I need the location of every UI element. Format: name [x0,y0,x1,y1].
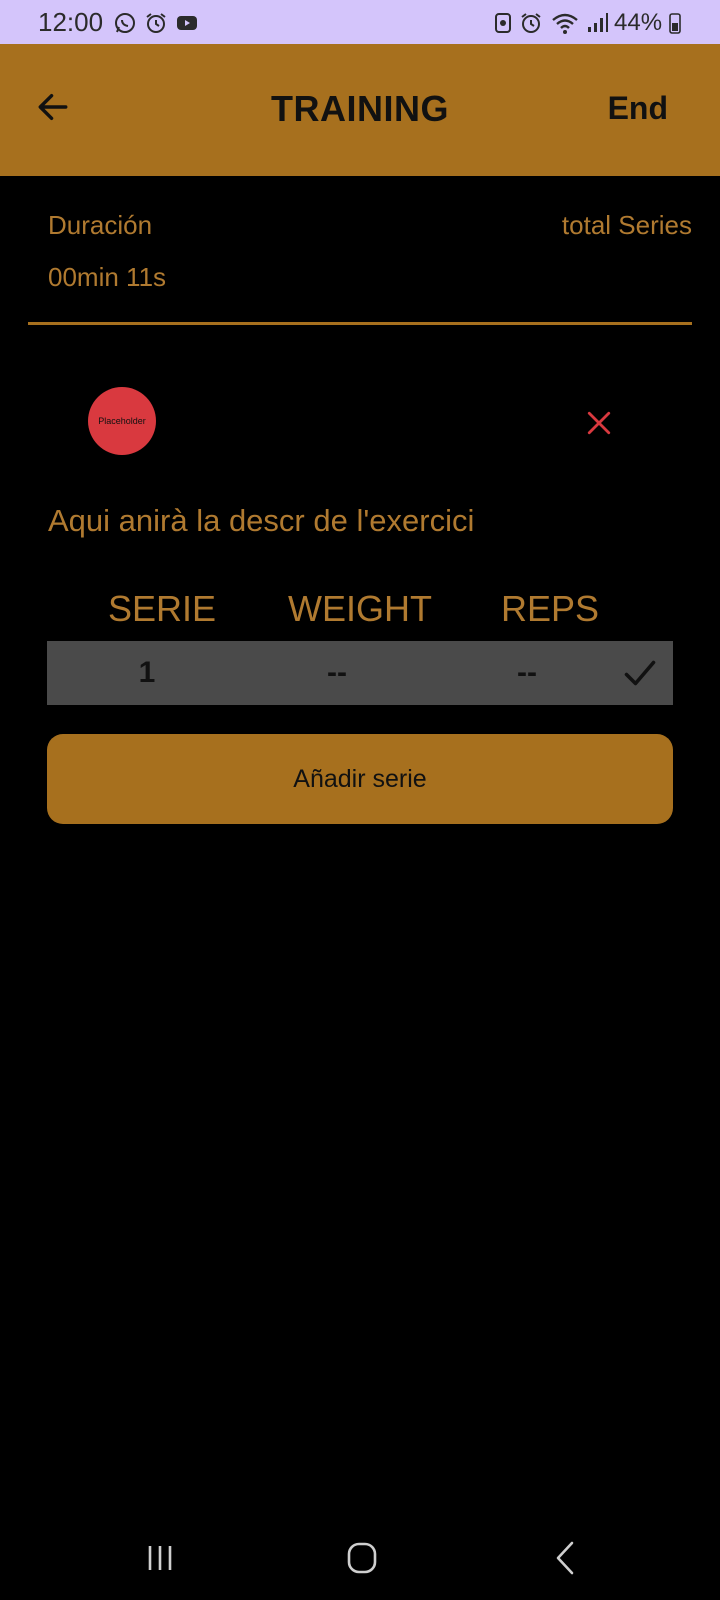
check-icon[interactable] [621,655,659,691]
youtube-icon [177,16,197,30]
remove-exercise-button[interactable] [582,406,616,440]
close-icon [587,411,611,435]
back-icon[interactable] [540,1538,590,1578]
app-bar: TRAINING End [0,44,720,176]
screen-record-icon [495,13,511,33]
system-nav-bar [0,1520,720,1600]
signal-icon [588,13,608,32]
add-set-button[interactable]: Añadir serie [47,734,673,824]
set-row: 1 -- -- [47,641,673,705]
status-bar: 12:00 44% [0,0,720,44]
exercise-image-placeholder: Placeholder [98,416,146,426]
screen: 12:00 44% TRAINING End Duración total Se… [0,0,720,1600]
battery-percentage: 44% [614,9,663,36]
column-header-serie: SERIE [107,588,217,629]
duration-label: Duración [48,210,153,240]
status-time: 12:00 [38,7,104,37]
summary-divider [28,322,692,325]
column-header-weight: WEIGHT [288,588,432,629]
battery-icon [669,13,681,34]
set-weight-input[interactable]: -- [297,641,377,705]
total-series-label: total Series [561,210,692,240]
exercise-description: Aqui anirà la descr de l'exercici [48,503,475,538]
column-header-reps: REPS [500,588,600,629]
end-button[interactable]: End [608,88,668,128]
home-icon[interactable] [337,1538,387,1578]
alarm-icon-right [521,13,541,33]
wifi-icon [552,13,578,34]
exercise-image: Placeholder [88,387,156,455]
recent-apps-icon[interactable] [136,1538,186,1578]
set-reps-input[interactable]: -- [487,641,567,705]
set-number: 1 [138,656,156,689]
whatsapp-icon [115,13,135,33]
alarm-icon [146,13,166,33]
duration-value: 00min 11s [48,262,167,292]
